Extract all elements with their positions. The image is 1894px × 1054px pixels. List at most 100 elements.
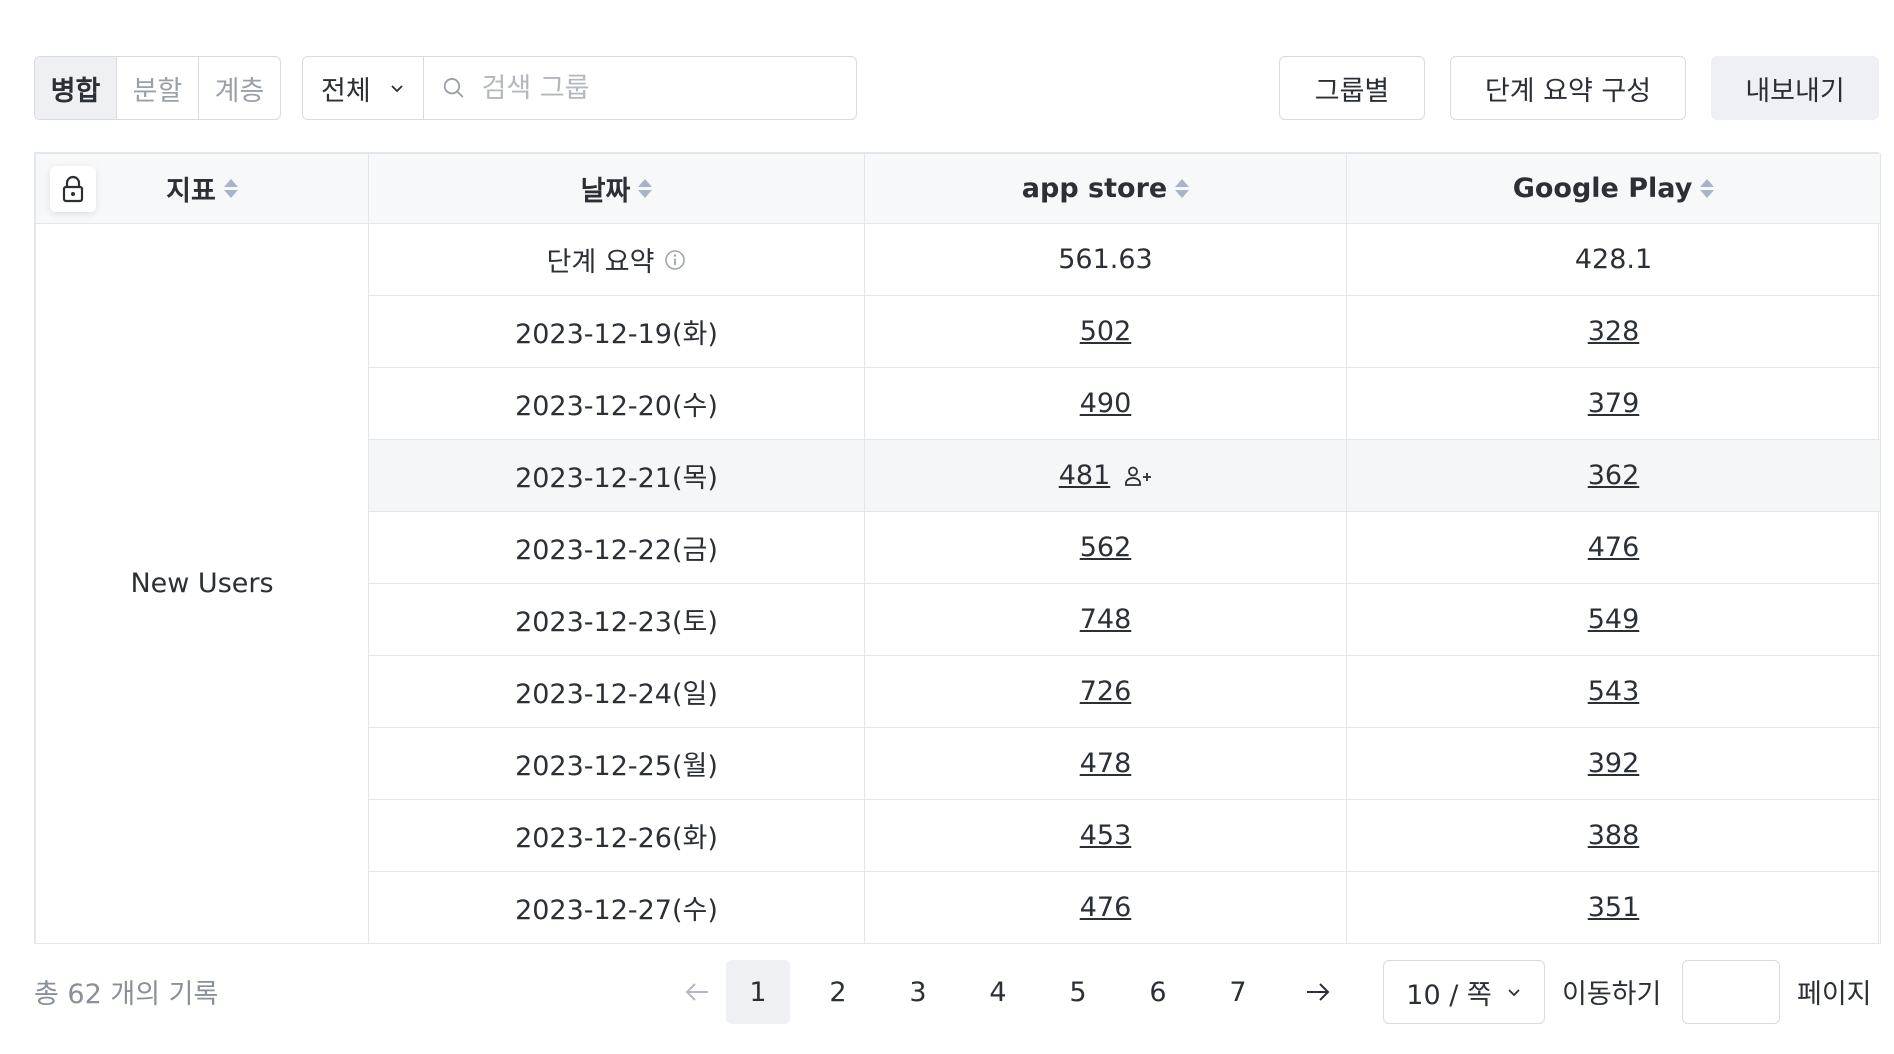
info-icon[interactable] [664, 249, 686, 271]
row-date: 2023-12-23(토) [368, 583, 865, 656]
app-store-value-link[interactable]: 476 [1080, 892, 1132, 923]
header-google-play[interactable]: Google Play [1346, 153, 1881, 224]
row-app-store: 453 [864, 799, 1347, 872]
metric-name-cell: New Users [35, 223, 369, 944]
search-icon [443, 78, 464, 98]
table: 지표 날짜 app store Google Play New Users 단계… [35, 153, 1881, 944]
row-app-store: 490 [864, 367, 1347, 440]
page-1-button[interactable]: 1 [726, 960, 790, 1024]
page-2-button[interactable]: 2 [806, 960, 870, 1024]
header-google-play-label: Google Play [1512, 173, 1693, 204]
google-play-value-link[interactable]: 543 [1588, 676, 1640, 707]
row-date: 2023-12-20(수) [368, 367, 865, 440]
add-user-icon[interactable] [1124, 465, 1152, 487]
row-date: 2023-12-24(일) [368, 655, 865, 728]
arrow-right-icon [1307, 983, 1330, 1001]
lock-column-button[interactable] [50, 165, 96, 212]
header-date[interactable]: 날짜 [368, 153, 865, 224]
page-size-value: 10 / 쪽 [1406, 979, 1492, 1011]
app-store-value-link[interactable]: 562 [1080, 532, 1132, 563]
prev-page-button[interactable] [665, 960, 729, 1024]
view-mode-toggle: 병합 분할 계층 [34, 56, 281, 120]
row-date: 2023-12-25(월) [368, 727, 865, 800]
row-date: 2023-12-22(금) [368, 511, 865, 584]
scope-select[interactable]: 전체 [303, 57, 424, 119]
goto-label: 이동하기 [1562, 979, 1662, 1010]
google-play-value-link[interactable]: 392 [1588, 748, 1640, 779]
page-suffix-label: 페이지 [1797, 979, 1872, 1010]
row-date: 2023-12-19(화) [368, 295, 865, 368]
google-play-value-link[interactable]: 388 [1588, 820, 1640, 851]
row-google-play: 392 [1346, 727, 1881, 800]
row-date: 2023-12-26(화) [368, 799, 865, 872]
chevron-down-icon [1508, 989, 1520, 997]
page-5-button[interactable]: 5 [1046, 960, 1110, 1024]
search-box [424, 57, 856, 119]
google-play-value-link[interactable]: 351 [1588, 892, 1640, 923]
app-store-value-link[interactable]: 481 [1059, 460, 1111, 491]
chevron-down-icon [391, 85, 403, 93]
group-filter: 전체 [302, 56, 857, 120]
export-button[interactable]: 내보내기 [1711, 56, 1879, 120]
group-by-button[interactable]: 그룹별 [1279, 56, 1425, 120]
row-date: 2023-12-27(수) [368, 871, 865, 944]
app-store-value-link[interactable]: 502 [1080, 316, 1132, 347]
row-date: 2023-12-21(목) [368, 439, 865, 512]
scope-select-value: 전체 [321, 75, 371, 107]
next-page-button[interactable] [1286, 960, 1350, 1024]
row-google-play: 549 [1346, 583, 1881, 656]
row-google-play: 543 [1346, 655, 1881, 728]
goto-page-input[interactable] [1682, 960, 1780, 1024]
row-google-play: 351 [1346, 871, 1881, 944]
view-mode-merge[interactable]: 병합 [35, 57, 116, 119]
total-records: 총 62 개의 기록 [34, 979, 219, 1010]
app-store-value-link[interactable]: 726 [1080, 676, 1132, 707]
row-app-store: 481 [864, 439, 1347, 512]
row-app-store: 476 [864, 871, 1347, 944]
summary-row: New Users 단계 요약 561.63 428.1 [35, 223, 1881, 944]
view-mode-split[interactable]: 분할 [116, 57, 198, 119]
search-input[interactable] [479, 71, 838, 105]
lock-icon [62, 175, 84, 202]
page-7-button[interactable]: 7 [1206, 960, 1270, 1024]
toolbar: 병합 분할 계층 전체 그룹별 단계 요약 구성 내보내기 [34, 56, 1879, 120]
app-frame: 병합 분할 계층 전체 그룹별 단계 요약 구성 내보내기 [0, 0, 1894, 1054]
google-play-value-link[interactable]: 476 [1588, 532, 1640, 563]
sort-icon[interactable] [638, 179, 653, 198]
view-mode-hierarchy[interactable]: 계층 [198, 57, 280, 119]
row-google-play: 379 [1346, 367, 1881, 440]
table-header-row: 지표 날짜 app store Google Play [35, 153, 1881, 224]
page-3-button[interactable]: 3 [886, 960, 950, 1024]
app-store-value-link[interactable]: 748 [1080, 604, 1132, 635]
data-table: 지표 날짜 app store Google Play New Users 단계… [34, 152, 1881, 944]
row-google-play: 476 [1346, 511, 1881, 584]
summary-label: 단계 요약 [546, 247, 655, 278]
page-6-button[interactable]: 6 [1126, 960, 1190, 1024]
row-google-play: 362 [1346, 439, 1881, 512]
header-app-store[interactable]: app store [864, 153, 1347, 224]
sort-icon[interactable] [1175, 179, 1190, 198]
header-metric[interactable]: 지표 [35, 153, 369, 224]
google-play-value-link[interactable]: 379 [1588, 388, 1640, 419]
google-play-value-link[interactable]: 328 [1588, 316, 1640, 347]
google-play-value-link[interactable]: 549 [1588, 604, 1640, 635]
arrow-left-icon [685, 983, 708, 1001]
row-app-store: 502 [864, 295, 1347, 368]
app-store-value-link[interactable]: 453 [1080, 820, 1132, 851]
google-play-value-link[interactable]: 362 [1588, 460, 1640, 491]
sort-icon[interactable] [223, 179, 238, 198]
summary-google-play: 428.1 [1346, 223, 1881, 296]
sort-icon[interactable] [1700, 179, 1715, 198]
row-app-store: 562 [864, 511, 1347, 584]
page-size-select[interactable]: 10 / 쪽 [1383, 960, 1545, 1024]
row-app-store: 748 [864, 583, 1347, 656]
summary-label-cell: 단계 요약 [368, 223, 865, 296]
app-store-value-link[interactable]: 478 [1080, 748, 1132, 779]
configure-summary-button[interactable]: 단계 요약 구성 [1450, 56, 1686, 120]
row-google-play: 328 [1346, 295, 1881, 368]
row-app-store: 726 [864, 655, 1347, 728]
page-4-button[interactable]: 4 [966, 960, 1030, 1024]
header-date-label: 날짜 [580, 176, 631, 207]
app-store-value-link[interactable]: 490 [1080, 388, 1132, 419]
header-app-store-label: app store [1021, 173, 1168, 204]
